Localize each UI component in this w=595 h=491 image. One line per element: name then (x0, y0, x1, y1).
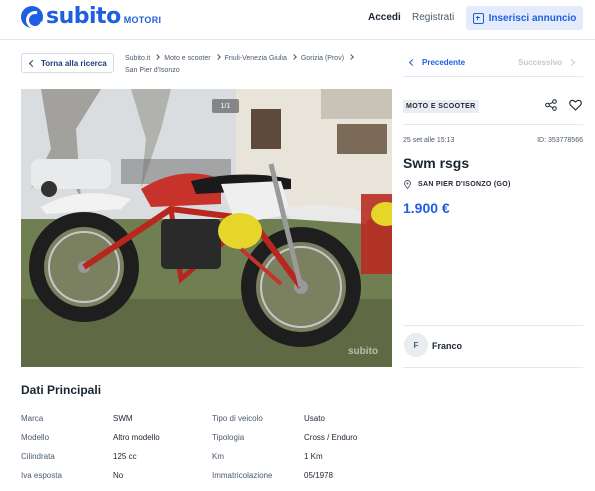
details-row: Modello Altro modello Tipologia Cross / … (21, 433, 381, 447)
breadcrumb-separator-icon (348, 54, 354, 60)
login-link[interactable]: Accedi (368, 12, 401, 23)
detail-value: 1 Km (304, 452, 323, 461)
details-row: Cilindrata 125 cc Km 1 Km (21, 452, 381, 466)
logo-mark-icon (21, 6, 43, 28)
detail-label: Tipologia (212, 433, 245, 442)
previous-ad-link[interactable]: Precedente (408, 58, 466, 67)
previous-label: Precedente (422, 58, 466, 67)
logo-subtitle: MOTORI (123, 15, 162, 25)
back-to-search-button[interactable]: Torna alla ricerca (21, 53, 114, 73)
location-pin-icon (404, 180, 411, 189)
details-section-title: Dati Principali (21, 383, 102, 397)
next-ad-link[interactable]: Successivo (518, 58, 576, 67)
breadcrumb-separator-icon (214, 54, 221, 60)
chevron-left-icon (28, 59, 37, 67)
breadcrumb-item[interactable]: Gorizia (Prov) (301, 55, 344, 62)
post-ad-label: Inserisci annuncio (488, 12, 577, 24)
detail-label: Modello (21, 433, 50, 442)
detail-value: No (113, 471, 124, 480)
register-link[interactable]: Registrati (412, 12, 454, 23)
logo-text: subito (46, 4, 121, 29)
seller-name[interactable]: Franco (432, 341, 462, 351)
breadcrumb-item-current: San Pier d'Isonzo (125, 67, 180, 74)
detail-value: Altro modello (113, 433, 160, 442)
detail-label: Cilindrata (21, 452, 55, 461)
ad-photo[interactable]: 1/1 subito (21, 89, 392, 367)
subito-logo[interactable]: subito MOTORI (21, 5, 161, 29)
divider (403, 325, 583, 326)
chevron-right-icon (567, 58, 576, 67)
divider (403, 76, 583, 77)
seller-avatar[interactable]: F (404, 333, 428, 357)
detail-label: Marca (21, 414, 44, 423)
motorcycle-photo (21, 89, 392, 367)
detail-label: Tipo di veicolo (212, 414, 263, 423)
location-label: SAN PIER D'ISONZO (GO) (418, 181, 511, 188)
breadcrumb-separator-icon (291, 54, 297, 60)
share-icon[interactable] (545, 99, 557, 111)
detail-value: 05/1978 (304, 471, 333, 480)
next-label: Successivo (518, 58, 563, 67)
breadcrumb: Subito.it Moto e scooter Friuli-Venezia Gi… (125, 53, 385, 77)
ad-id: ID: 353778566 (537, 137, 583, 144)
details-row: Marca SWM Tipo di veicolo Usato (21, 414, 381, 428)
photo-counter: 1/1 (212, 99, 239, 113)
category-badge: MOTO E SCOOTER (403, 100, 479, 113)
heart-icon[interactable] (569, 99, 582, 111)
divider (403, 367, 583, 368)
detail-label: Km (212, 452, 224, 461)
detail-label: Immatricolazione (212, 471, 273, 480)
breadcrumb-item[interactable]: Friuli-Venezia Giulia (225, 55, 287, 62)
detail-value: SWM (113, 414, 133, 423)
breadcrumb-item[interactable]: Moto e scooter (164, 55, 210, 62)
ad-location: SAN PIER D'ISONZO (GO) (404, 180, 511, 189)
detail-label: Iva esposta (21, 471, 62, 480)
photo-watermark: subito (348, 346, 378, 357)
detail-value: 125 cc (113, 452, 137, 461)
ad-price: 1.900 € (403, 200, 450, 216)
detail-value: Cross / Enduro (304, 433, 358, 442)
divider (403, 124, 583, 125)
back-label: Torna alla ricerca (41, 58, 107, 68)
detail-value: Usato (304, 414, 325, 423)
plus-square-icon (472, 12, 484, 24)
chevron-left-icon (408, 58, 417, 67)
breadcrumb-separator-icon (154, 54, 161, 60)
details-row: Iva esposta No Immatricolazione 05/1978 (21, 471, 381, 485)
post-ad-button[interactable]: Inserisci annuncio (466, 6, 583, 30)
ad-title: Swm rsgs (403, 155, 470, 171)
breadcrumb-item[interactable]: Subito.it (125, 55, 150, 62)
ad-date: 25 set alle 15:13 (403, 137, 455, 144)
top-header: subito MOTORI Accedi Registrati Inserisc… (0, 0, 595, 40)
